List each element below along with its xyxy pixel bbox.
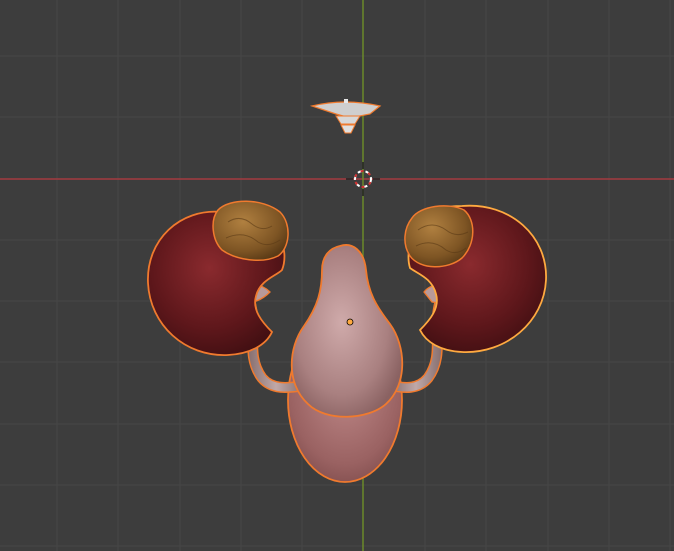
adrenal-gland-right[interactable] bbox=[404, 205, 474, 268]
bladder[interactable] bbox=[290, 244, 404, 418]
light-icon[interactable] bbox=[309, 99, 382, 134]
adrenal-gland-left[interactable] bbox=[212, 200, 289, 262]
3d-viewport[interactable] bbox=[0, 0, 674, 551]
object-origin-icon bbox=[346, 318, 354, 326]
